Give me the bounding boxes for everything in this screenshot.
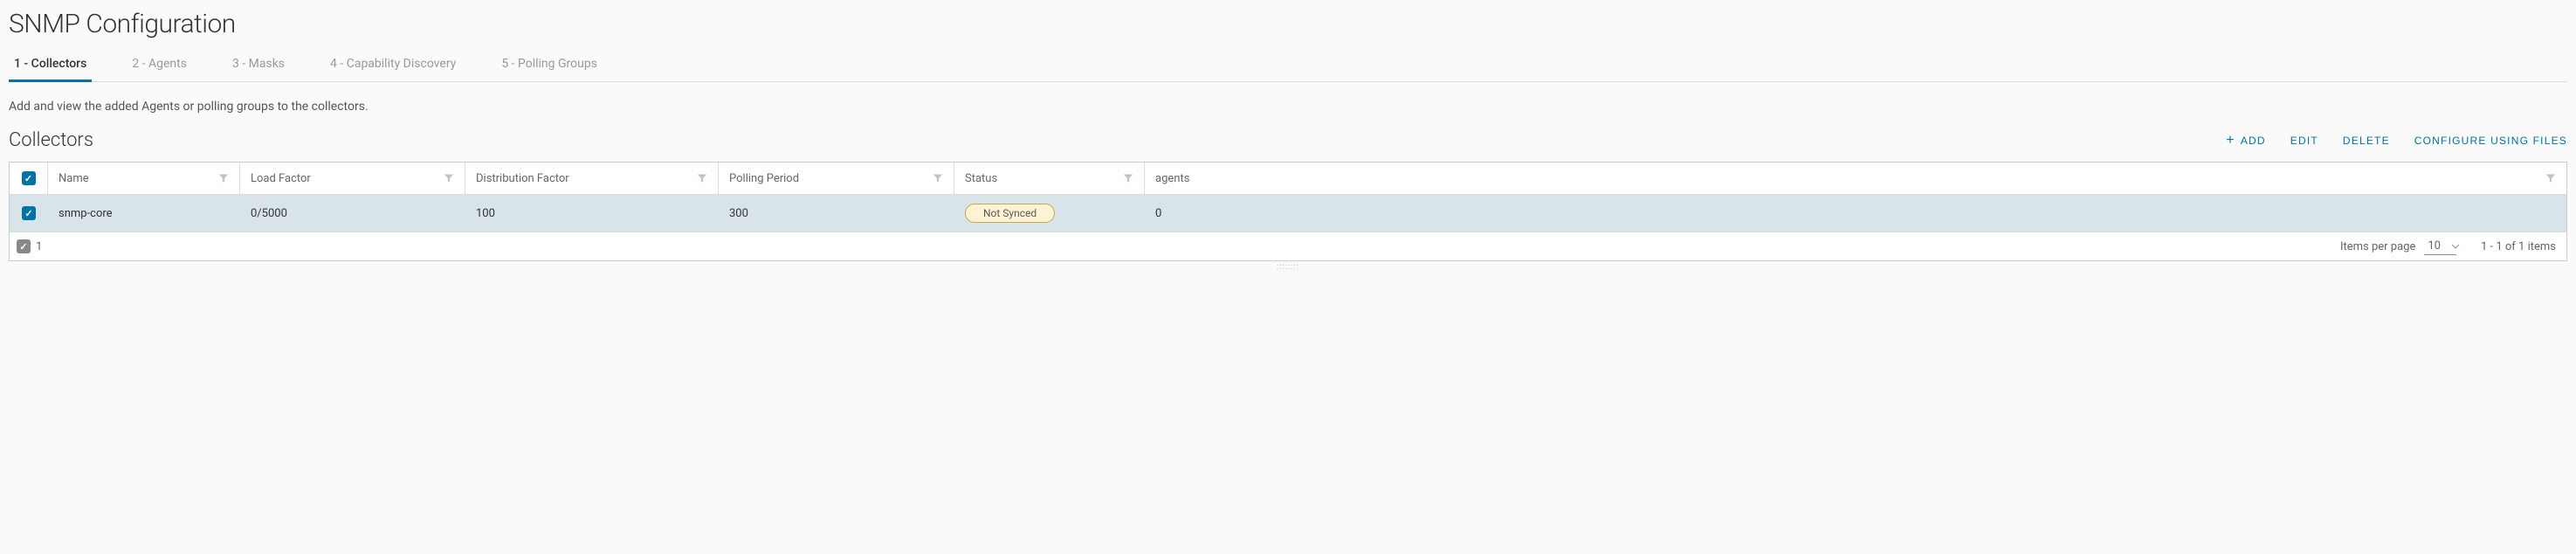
column-label: Name [59,172,89,185]
filter-icon[interactable] [933,173,943,184]
delete-button[interactable]: DELETE [2343,135,2390,147]
table-header-row: Name Load Factor Distribution Factor Pol… [10,163,2566,195]
cell-load-factor: 0/5000 [240,195,465,232]
footer-right: Items per page 10 1 - 1 of 1 items [2340,238,2556,255]
row-checkbox-cell [10,195,48,232]
table-row[interactable]: snmp-core 0/5000 100 300 Not Synced 0 [10,195,2566,232]
cell-status: Not Synced [954,195,1145,232]
column-header-distribution-factor[interactable]: Distribution Factor [465,163,719,194]
items-per-page-select[interactable]: 10 [2424,238,2456,255]
status-badge: Not Synced [965,204,1055,223]
column-header-name[interactable]: Name [48,163,240,194]
add-button[interactable]: + ADD [2226,134,2265,148]
filter-icon[interactable] [1123,173,1133,184]
section-header: Collectors + ADD EDIT DELETE CONFIGURE U… [9,129,2567,151]
page-title: SNMP Configuration [9,9,2567,39]
column-header-load-factor[interactable]: Load Factor [240,163,465,194]
tab-masks[interactable]: 3 - Masks [227,57,290,81]
tabs-bar: 1 - Collectors 2 - Agents 3 - Masks 4 - … [9,57,2567,82]
tab-polling-groups[interactable]: 5 - Polling Groups [496,57,603,81]
resize-handle[interactable]: :::::::: [9,261,2567,274]
table-footer: 1 Items per page 10 1 - 1 of 1 items [10,232,2566,260]
cell-distribution-factor: 100 [465,195,719,232]
column-label: Polling Period [729,172,799,185]
action-bar: + ADD EDIT DELETE CONFIGURE USING FILES [2226,134,2567,148]
filter-icon[interactable] [218,173,229,184]
row-checkbox[interactable] [22,206,36,220]
column-header-polling-period[interactable]: Polling Period [719,163,954,194]
plus-icon: + [2226,134,2235,148]
page-size-control: Items per page 10 [2340,238,2460,255]
column-header-agents[interactable]: agents [1145,163,2566,194]
select-all-checkbox[interactable] [22,171,36,185]
select-all-cell [10,163,48,194]
column-header-status[interactable]: Status [954,163,1145,194]
add-button-label: ADD [2241,135,2266,147]
column-label: Status [965,172,997,185]
pagination-range: 1 - 1 of 1 items [2481,240,2556,253]
column-label: Distribution Factor [476,172,569,185]
column-label: agents [1155,172,1189,185]
configure-using-files-button[interactable]: CONFIGURE USING FILES [2414,135,2567,147]
tab-agents[interactable]: 2 - Agents [127,57,192,81]
cell-name: snmp-core [48,195,240,232]
selection-count-checkbox[interactable] [17,239,31,253]
cell-polling-period: 300 [719,195,954,232]
items-per-page-label: Items per page [2340,240,2415,253]
column-label: Load Factor [251,172,311,185]
filter-icon[interactable] [444,173,454,184]
cell-agents: 0 [1145,195,2566,232]
tab-capability-discovery[interactable]: 4 - Capability Discovery [325,57,461,81]
footer-left: 1 [17,239,42,253]
edit-button[interactable]: EDIT [2290,135,2318,147]
filter-icon[interactable] [697,173,707,184]
tab-collectors[interactable]: 1 - Collectors [9,57,92,81]
section-description: Add and view the added Agents or polling… [9,100,2567,114]
collectors-table: Name Load Factor Distribution Factor Pol… [9,162,2567,261]
selection-count: 1 [36,240,42,253]
section-title: Collectors [9,129,93,151]
filter-icon[interactable] [2545,173,2556,184]
